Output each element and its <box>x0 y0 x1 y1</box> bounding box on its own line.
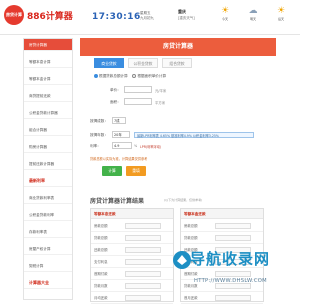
rate-unit: % <box>134 144 138 148</box>
rate-reference-note[interactable]: 最新LPR利率表 4.65% 基准利率4.9% 公积金利率3.25% <box>134 132 254 138</box>
weather-day: ☀ 今天 <box>213 5 237 21</box>
clock-time: 17:30:16 <box>92 12 141 22</box>
result-row-label: 月均还款 <box>94 296 108 300</box>
result-value-box <box>125 223 161 229</box>
sidebar-item[interactable]: 最新利率 <box>24 175 72 187</box>
result-row: 月均还款 <box>91 292 173 304</box>
sidebar-item[interactable]: 等额本金计算 <box>24 73 72 85</box>
result-row-label: 房款总额 <box>94 224 108 228</box>
result-row-label: 房款总额 <box>184 224 198 228</box>
result-row: 贷款总额 <box>181 232 263 244</box>
result-row: 还款总额 <box>91 244 173 256</box>
result-row-label: 首期付款 <box>94 272 108 276</box>
ratio-select[interactable]: 7成 <box>112 117 126 124</box>
tab-combined[interactable]: 组合贷款 <box>162 58 192 68</box>
result-row-label: 贷款总额 <box>184 236 198 240</box>
sidebar-item[interactable]: 组合计算器 <box>24 124 72 136</box>
result-subtitle: (以下为计算结果，仅供参考) <box>164 198 203 202</box>
rate-input[interactable]: 4.9 <box>112 142 132 149</box>
date-lunar: 九月初九 <box>140 16 154 20</box>
cloud-icon: ☁ <box>248 6 258 16</box>
sidebar-item[interactable]: 公积金贷款利率 <box>24 209 72 221</box>
weather-note[interactable]: [重庆天气] <box>178 16 195 21</box>
sun-icon: ☀ <box>276 6 286 16</box>
weather-forecast: ☀ 今天 ☁ 明天 ☀ 后天 <box>213 5 295 31</box>
calc-mode: 根据贷款总额计算 根据面积单价计算 <box>94 74 166 79</box>
equal-installment-panel: 等额本息还款 房款总额贷款总额还款总额支付利息首期付款贷款月数月均还款 <box>90 208 174 304</box>
weather-day: ☁ 明天 <box>241 5 265 21</box>
price-unit: 元/平米 <box>155 89 167 93</box>
result-row: 房款总额 <box>91 220 173 232</box>
area-unit: 平方米 <box>155 101 166 105</box>
reset-button[interactable]: 重填 <box>126 166 146 176</box>
years-label: 按揭年数： <box>90 133 108 137</box>
result-row: 首期付款 <box>91 268 173 280</box>
result-value-box <box>125 235 161 241</box>
price-label: 单价： <box>110 88 121 92</box>
panel-title: 等额本息还款 <box>91 209 173 219</box>
watermark-text: 导航收录网 <box>190 250 271 268</box>
site-header: 房贷计算 886计算器 17:30:16 星期五 九月初九 重庆 [重庆天气] … <box>0 0 300 35</box>
radio-by-total-label: 根据贷款总额计算 <box>99 74 128 78</box>
panel-title: 等额本金还款 <box>181 209 263 219</box>
sidebar-item[interactable]: 公积金贷款计算器 <box>24 107 72 119</box>
rate-tip: LPR(利率浮动) <box>140 145 162 149</box>
sidebar-item[interactable]: 存款利率表 <box>24 226 72 238</box>
result-row-label: 支付利息 <box>94 260 108 264</box>
result-value-box <box>215 223 251 229</box>
watermark-url: HTTP://WWW.DHSLW.COM <box>194 278 267 284</box>
watermark: 导航收录网 HTTP://WWW.DHSLW.COM <box>172 246 298 298</box>
weather-city[interactable]: 重庆 <box>178 9 186 15</box>
result-value-box <box>125 259 161 265</box>
area-input[interactable] <box>124 98 152 105</box>
weather-day-label: 后天 <box>277 17 284 21</box>
weather-day-label: 明天 <box>249 17 256 21</box>
result-row: 贷款总额 <box>91 232 173 244</box>
tab-commercial[interactable]: 商业贷款 <box>94 58 124 68</box>
sun-icon: ☀ <box>220 6 230 16</box>
result-row: 支付利息 <box>91 256 173 268</box>
result-row-label: 贷款月数 <box>94 284 108 288</box>
sidebar-item[interactable]: 房屋产权计算 <box>24 243 72 255</box>
result-row: 贷款月数 <box>91 280 173 292</box>
sidebar-item[interactable]: 等额本息计算 <box>24 56 72 68</box>
weather-day-label: 今天 <box>221 17 228 21</box>
sidebar-item[interactable]: 商贷提前还款 <box>24 90 72 102</box>
site-name[interactable]: 886计算器 <box>27 9 73 22</box>
result-title: 房贷计算器计算结果 <box>90 198 145 205</box>
sidebar-item[interactable]: 房贷计算器 <box>24 39 72 51</box>
sidebar-item[interactable]: 计算器大全 <box>24 277 72 289</box>
sidebar-item[interactable]: 商业贷款利率表 <box>24 192 72 204</box>
rate-label: 利率： <box>90 144 101 148</box>
date-block: 星期五 九月初九 <box>140 11 154 21</box>
price-input[interactable] <box>124 86 152 93</box>
sidebar-nav: 房贷计算器等额本息计算 等额本金计算 商贷提前还款 公积金贷款计算器 组合计算器购房计算… <box>23 38 73 300</box>
tab-provident-fund[interactable]: 公积金贷款 <box>128 58 158 68</box>
calculate-button[interactable]: 计算 <box>102 166 122 176</box>
radio-by-total[interactable] <box>94 74 98 78</box>
watermark-logo-icon <box>173 251 191 269</box>
area-label: 面积： <box>110 100 121 104</box>
page-title: 房贷计算器 <box>162 43 193 50</box>
radio-by-area[interactable] <box>132 74 137 78</box>
result-row-label: 还款总额 <box>94 248 108 252</box>
result-value-box <box>215 235 251 241</box>
result-row-label: 贷款总额 <box>94 236 108 240</box>
radio-by-area-label: 根据面积单价计算 <box>137 74 167 78</box>
sidebar-item[interactable]: 提前还款计算器 <box>24 158 72 170</box>
sidebar-item[interactable]: 购房计算器 <box>24 141 72 153</box>
result-value-box <box>125 247 161 253</box>
site-logo-icon[interactable]: 房贷计算 <box>4 5 24 25</box>
ratio-label: 按揭成数： <box>90 119 108 123</box>
result-value-box <box>125 283 161 289</box>
result-row: 房款总额 <box>181 220 263 232</box>
years-select[interactable]: 20年 <box>112 131 130 138</box>
loan-note: 贷款总额以实际为准，计算结果仅供参考 <box>90 157 148 161</box>
weather-day: ☀ 后天 <box>269 5 293 21</box>
sidebar-item[interactable]: 契税计算 <box>24 260 72 272</box>
result-value-box <box>125 271 161 277</box>
result-value-box <box>125 295 161 301</box>
